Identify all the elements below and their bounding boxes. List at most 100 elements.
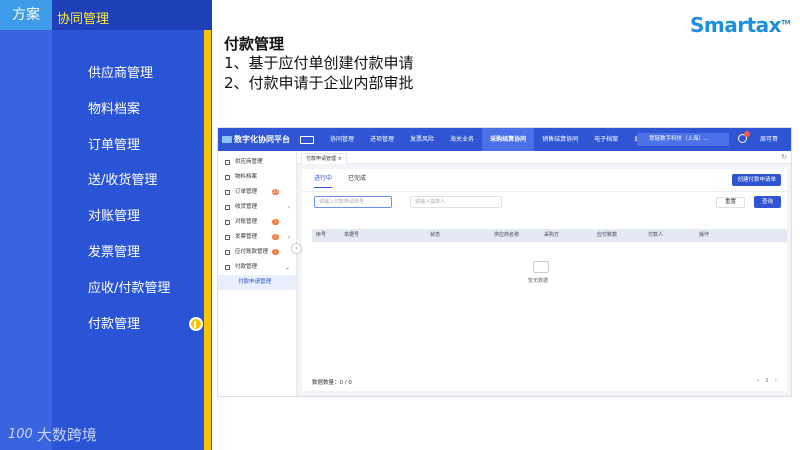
- page-number[interactable]: 1: [765, 378, 769, 384]
- menu-item-material[interactable]: 物料档案: [88, 100, 170, 136]
- menu-item-payment[interactable]: 付款管理: [88, 315, 170, 351]
- reconcile-badge: 1: [272, 219, 279, 225]
- left-strip: [0, 28, 52, 450]
- material-icon: [225, 175, 230, 180]
- empty-box-icon: [533, 261, 549, 273]
- app-main: 付款申请管理 × ↻ 进行中 已完成 创建付款申请单 请输入付款申请单号 请输入…: [297, 151, 791, 396]
- sidebar-item-order[interactable]: 订单管理 23: [218, 185, 296, 200]
- payment-request-card: 进行中 已完成 创建付款申请单 请输入付款申请单号 请输入提单人 重置 查询 序…: [302, 169, 787, 391]
- column-header: 供应商名称: [494, 232, 520, 238]
- app-sidebar: 供应商管理 物料档案 订单管理 23 收货管理 › 对账管理 1 发票管理 2 › 应付账…: [218, 151, 297, 396]
- company-selector[interactable]: 慧链数字科技（上海）...: [637, 133, 729, 146]
- tag-fangan: 方案: [0, 0, 52, 30]
- chevron-down-icon: ⌄: [284, 264, 290, 271]
- sidebar-item-label: 收货管理: [235, 204, 258, 210]
- sidebar-subitem-payment-request[interactable]: 付款申请管理: [218, 275, 296, 290]
- record-count-value: 0 / 0: [339, 380, 352, 386]
- tab-in-progress[interactable]: 进行中: [314, 173, 333, 188]
- order-badge: 23: [271, 189, 279, 195]
- sidebar-item-receipt[interactable]: 收货管理 ›: [218, 200, 296, 215]
- payable-icon: [225, 250, 230, 255]
- tab-completed[interactable]: 已完成: [348, 173, 366, 188]
- record-count-label: 数据数量：: [312, 380, 340, 386]
- nav-item-purchase-settle[interactable]: 采购结算协同: [482, 128, 535, 151]
- nav-item-sales-settle[interactable]: 销售结算协同: [534, 128, 586, 151]
- page-title: 付款管理: [224, 35, 285, 53]
- query-button[interactable]: 查询: [754, 196, 782, 208]
- page-tab-label: 付款申请管理: [306, 156, 337, 162]
- supplier-icon: [225, 160, 230, 165]
- notification-badge: [744, 131, 750, 137]
- sidebar-item-label: 付款管理: [235, 264, 258, 270]
- tag-xietong: 协同管理: [57, 12, 110, 27]
- app-header: 数字化协同平台 协同管理 进项管理 发票风险 海关业务 采购结算协同 销售结算协…: [218, 128, 791, 151]
- payable-badge: 1: [272, 249, 279, 255]
- brand-logo: SmartaxTM: [690, 13, 791, 37]
- invoice-badge: 2: [272, 234, 279, 240]
- menu-item-supplier[interactable]: 供应商管理: [88, 64, 170, 100]
- sidebar-item-label: 发票管理: [235, 234, 258, 240]
- divider: [302, 191, 787, 192]
- column-header: 付款人: [648, 232, 664, 238]
- close-icon[interactable]: ×: [338, 156, 342, 162]
- yellow-divider: [204, 30, 211, 450]
- sidebar-item-material[interactable]: 物料档案: [218, 170, 296, 185]
- refresh-icon[interactable]: ↻: [781, 153, 787, 161]
- submitter-input[interactable]: 请输入提单人: [410, 196, 502, 208]
- pagination: ‹ 1 ›: [757, 378, 777, 384]
- sidebar-item-payable[interactable]: 应付账款管理 1: [218, 245, 296, 260]
- content-line-1: 1、基于应付单创建付款申请: [224, 54, 414, 72]
- next-page-icon[interactable]: ›: [775, 378, 777, 384]
- nav-item-invoice-risk[interactable]: 发票风险: [402, 128, 442, 151]
- column-header: 操作: [699, 232, 710, 238]
- sidebar-item-invoice[interactable]: 发票管理 2 ›: [218, 230, 296, 245]
- sidebar-item-label: 物料档案: [235, 174, 258, 180]
- brand-name: Smartax: [690, 13, 782, 37]
- receipt-icon: [225, 205, 230, 210]
- app-logo: 数字化协同平台: [218, 134, 290, 145]
- app-nav: 协同管理 进项管理 发票风险 海关业务 采购结算协同 销售结算协同 电子档案 更…: [290, 128, 654, 151]
- brand-tm: TM: [781, 19, 791, 27]
- nav-item-collab[interactable]: 协同管理: [322, 128, 362, 151]
- sidebar-item-payment[interactable]: 付款管理 ⌄: [218, 260, 296, 275]
- prev-page-icon[interactable]: ‹: [757, 378, 759, 384]
- user-name[interactable]: 周可哥: [760, 128, 778, 151]
- active-indicator-icon: [189, 317, 203, 331]
- record-count: 数据数量：0 / 0: [312, 378, 352, 386]
- watermark: 100 大数跨境: [8, 424, 97, 445]
- watermark-text: 大数跨境: [36, 426, 97, 444]
- status-tabs: 进行中 已完成: [314, 173, 366, 188]
- menu-item-invoice[interactable]: 发票管理: [88, 243, 170, 279]
- sidebar-item-label: 应付账款管理: [235, 249, 269, 255]
- column-header: 序号: [316, 232, 327, 238]
- chevron-right-icon: ›: [287, 234, 290, 241]
- create-payment-request-button[interactable]: 创建付款申请单: [732, 174, 781, 186]
- monitor-icon[interactable]: [300, 135, 314, 144]
- column-header: 状态: [430, 232, 441, 238]
- slide: 方案 协同管理 供应商管理 物料档案 订单管理 送/收货管理 对账管理 发票管理…: [0, 0, 800, 450]
- nav-item-input[interactable]: 进项管理: [362, 128, 402, 151]
- sidebar-item-label: 订单管理: [235, 189, 258, 195]
- order-icon: [225, 190, 230, 195]
- app-logo-icon: [222, 136, 232, 143]
- column-header: 采购方: [544, 232, 560, 238]
- sidebar-item-supplier[interactable]: 供应商管理: [218, 155, 296, 170]
- app-logo-text: 数字化协同平台: [234, 135, 290, 144]
- sidebar-item-label: 供应商管理: [235, 159, 263, 165]
- reset-button[interactable]: 重置: [716, 197, 746, 208]
- page-tab-payment-request[interactable]: 付款申请管理 ×: [301, 153, 347, 164]
- slide-menu: 供应商管理 物料档案 订单管理 送/收货管理 对账管理 发票管理 应收/付款管理…: [88, 64, 170, 350]
- empty-text: 暂无数据: [528, 278, 549, 284]
- menu-item-reconcile[interactable]: 对账管理: [88, 207, 170, 243]
- nav-item-customs[interactable]: 海关业务: [442, 128, 482, 151]
- menu-item-delivery[interactable]: 送/收货管理: [88, 171, 170, 207]
- payment-icon: [225, 265, 230, 270]
- column-header: 应付账款: [597, 232, 618, 238]
- sidebar-item-reconcile[interactable]: 对账管理 1: [218, 215, 296, 230]
- nav-item-archive[interactable]: 电子档案: [586, 128, 626, 151]
- menu-item-order[interactable]: 订单管理: [88, 136, 170, 172]
- table-header: 序号 单据号 状态 供应商名称 采购方 应付账款 付款人 操作: [312, 229, 787, 242]
- column-header: 单据号: [344, 232, 360, 238]
- request-number-input[interactable]: 请输入付款申请单号: [314, 196, 392, 208]
- menu-item-receivable-payable[interactable]: 应收/付款管理: [88, 279, 170, 315]
